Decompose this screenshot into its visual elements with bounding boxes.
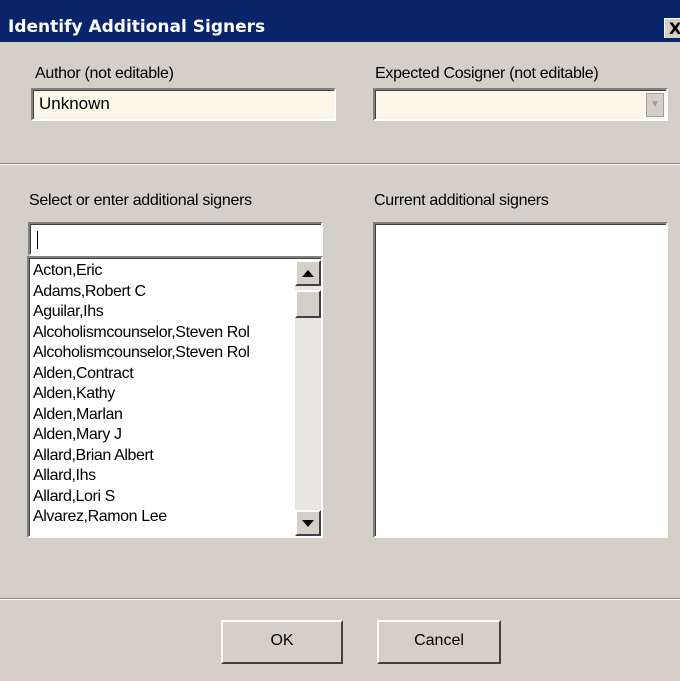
- author-field: Unknown: [31, 88, 336, 121]
- scroll-up-button[interactable]: [295, 260, 321, 286]
- text-caret: [37, 231, 38, 249]
- signer-list-item[interactable]: Alcoholismcounselor,Steven Rol: [33, 323, 295, 344]
- signer-list-item[interactable]: Alden,Marlan: [33, 405, 295, 426]
- cosigner-dropdown: ▼: [373, 88, 668, 121]
- arrow-up-icon: [302, 269, 314, 277]
- cosigner-label: Expected Cosigner (not editable): [375, 65, 599, 82]
- arrow-down-icon: [302, 519, 314, 527]
- signer-list-item[interactable]: Alvarez,Ramon Lee: [33, 507, 295, 528]
- signer-list-scrollbar[interactable]: [295, 260, 321, 536]
- signer-list-item[interactable]: Acton,Eric: [33, 261, 295, 282]
- signer-search-input[interactable]: [28, 222, 323, 256]
- select-signers-label: Select or enter additional signers: [29, 192, 252, 209]
- signer-list-items: Acton,Eric Adams,Robert C Aguilar,Ihs Alcoh…: [33, 261, 295, 528]
- chevron-down-icon: ▼: [646, 93, 664, 117]
- signer-list-item[interactable]: Allard,Ihs: [33, 466, 295, 487]
- cancel-button[interactable]: Cancel: [377, 620, 501, 664]
- ok-button[interactable]: OK: [221, 620, 343, 664]
- section-divider: [0, 163, 680, 165]
- author-label: Author (not editable): [35, 65, 174, 82]
- title-bar: Identify Additional Signers X: [0, 0, 680, 42]
- current-signers-label: Current additional signers: [374, 192, 549, 209]
- signer-list-item[interactable]: Alden,Kathy: [33, 384, 295, 405]
- window-title: Identify Additional Signers: [8, 17, 266, 37]
- scroll-down-button[interactable]: [295, 510, 321, 536]
- signer-list-item[interactable]: Aguilar,Ihs: [33, 302, 295, 323]
- signer-list-item[interactable]: Alcoholismcounselor,Steven Rol: [33, 343, 295, 364]
- signer-list-item[interactable]: Allard,Brian Albert: [33, 446, 295, 467]
- author-value: Unknown: [39, 94, 110, 113]
- signer-list-item[interactable]: Adams,Robert C: [33, 282, 295, 303]
- signer-list-item[interactable]: Alden,Contract: [33, 364, 295, 385]
- button-divider: [0, 598, 680, 600]
- signer-list[interactable]: Acton,Eric Adams,Robert C Aguilar,Ihs Alcoh…: [27, 256, 323, 538]
- signer-list-item[interactable]: Allard,Lori S: [33, 487, 295, 508]
- signer-list-item[interactable]: Alden,Mary J: [33, 425, 295, 446]
- scroll-thumb[interactable]: [295, 290, 321, 318]
- current-signers-list[interactable]: [373, 222, 668, 538]
- close-button[interactable]: X: [664, 18, 680, 38]
